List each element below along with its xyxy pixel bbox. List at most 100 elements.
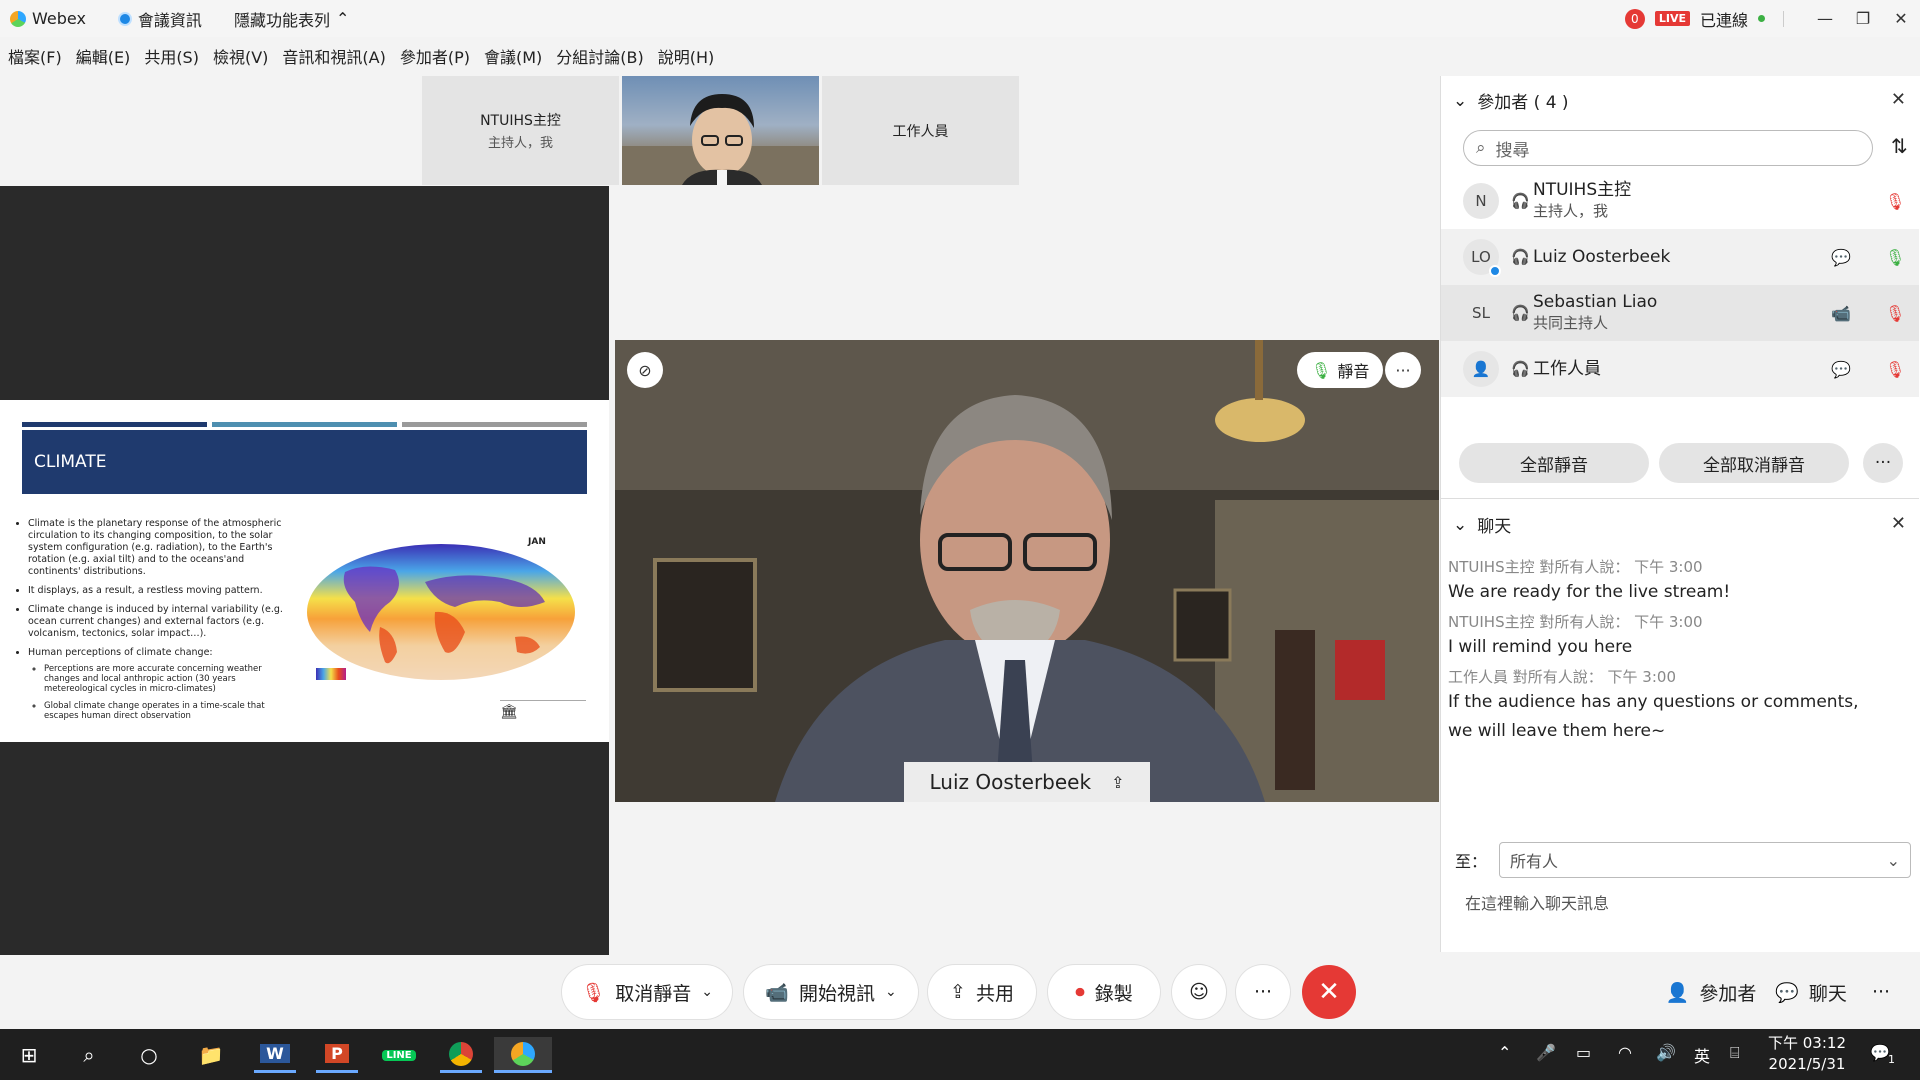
- panels-more-button[interactable]: ···: [1858, 965, 1904, 1019]
- participants-panel-header[interactable]: ⌄ 參加者 ( 4 ): [1453, 88, 1569, 114]
- taskbar-clock[interactable]: 下午 03:12 2021/5/31: [1768, 1033, 1846, 1075]
- line-app-icon[interactable]: LINE: [378, 1037, 420, 1073]
- close-participants-panel-button[interactable]: ✕: [1891, 89, 1906, 110]
- participant-row[interactable]: LO 🎧 Luiz Oosterbeek 💬 🎙: [1441, 229, 1919, 285]
- participant-name: Sebastian Liao: [1533, 292, 1658, 312]
- speaker-name: Luiz Oosterbeek: [929, 770, 1092, 794]
- wifi-icon[interactable]: ◠: [1618, 1043, 1632, 1062]
- restore-button[interactable]: ❐: [1844, 0, 1882, 37]
- hide-menu-bar-button[interactable]: 隱藏功能表列 ⌃: [234, 7, 349, 31]
- close-chat-panel-button[interactable]: ✕: [1891, 513, 1906, 534]
- slide-bullet: Human perceptions of climate change:: [28, 647, 213, 658]
- participant-row[interactable]: 👤 🎧 工作人員 💬 🎙: [1441, 341, 1919, 397]
- participant-info: 工作人員: [1533, 359, 1601, 380]
- meeting-info-button[interactable]: 會議資訊: [117, 7, 202, 31]
- cortana-icon[interactable]: ○: [128, 1037, 170, 1073]
- panel-divider: [1441, 498, 1919, 499]
- menu-edit[interactable]: 編輯(E): [76, 44, 131, 68]
- chat-recipient-select[interactable]: 所有人 ⌄: [1499, 842, 1911, 878]
- chat-message-meta: 工作人員 對所有人說： 下午 3:00: [1448, 668, 1676, 686]
- mic-icon[interactable]: 🎙: [1885, 248, 1905, 267]
- tray-chevron-up-icon[interactable]: ⌃: [1498, 1043, 1511, 1062]
- mic-icon: 🎙: [1311, 360, 1332, 380]
- minimize-button[interactable]: —: [1806, 0, 1844, 37]
- reactions-button[interactable]: ☺: [1172, 965, 1226, 1019]
- search-icon[interactable]: ⌕: [68, 1037, 110, 1073]
- file-explorer-icon[interactable]: 📁: [190, 1037, 232, 1073]
- menu-file[interactable]: 檔案(F): [8, 44, 62, 68]
- more-options-button[interactable]: ···: [1236, 965, 1290, 1019]
- video-mute-button[interactable]: 🎙 靜音: [1297, 352, 1384, 388]
- mute-all-button[interactable]: 全部靜音: [1459, 443, 1649, 483]
- start-video-button[interactable]: 📹 開始視訊 ⌄: [744, 965, 918, 1019]
- record-button[interactable]: ⏺ 錄製: [1048, 965, 1160, 1019]
- active-speaker-video[interactable]: ⊘ 🎙 靜音 ···: [615, 340, 1439, 802]
- mic-muted-icon[interactable]: 🎙: [1885, 192, 1905, 211]
- sort-list-icon[interactable]: ⇅: [1891, 134, 1908, 158]
- mic-muted-icon[interactable]: 🎙: [1885, 360, 1905, 379]
- chat-bubble-icon[interactable]: 💬: [1831, 248, 1851, 267]
- participant-row[interactable]: N 🎧 NTUIHS主控 主持人，我 🎙: [1441, 173, 1919, 229]
- chat-panel-button[interactable]: 💬 聊天: [1770, 965, 1852, 1019]
- share-out-icon[interactable]: ⇪: [1111, 773, 1124, 792]
- chat-title: 聊天: [1477, 517, 1512, 537]
- menu-help[interactable]: 說明(H): [658, 44, 715, 68]
- menu-view[interactable]: 檢視(V): [213, 44, 268, 68]
- thumbnail-video-participant[interactable]: [622, 76, 819, 185]
- ime-mode-icon[interactable]: ⌸: [1730, 1043, 1740, 1063]
- webex-taskbar-icon[interactable]: [494, 1037, 552, 1073]
- menu-meeting[interactable]: 會議(M): [484, 44, 542, 68]
- chevron-down-icon[interactable]: ⌄: [885, 984, 897, 1000]
- menu-share[interactable]: 共用(S): [144, 44, 199, 68]
- ime-indicator[interactable]: 英: [1694, 1043, 1710, 1067]
- participants-more-button[interactable]: ···: [1863, 443, 1903, 483]
- close-icon: ✕: [1318, 977, 1340, 1007]
- slide-accent-bar: [22, 422, 207, 427]
- participants-search-input[interactable]: ⌕ 搜尋: [1463, 130, 1873, 166]
- volume-icon[interactable]: 🔊: [1656, 1043, 1676, 1062]
- participant-row[interactable]: SL 🎧 Sebastian Liao 共同主持人 📹 🎙: [1441, 285, 1919, 341]
- chat-panel-header[interactable]: ⌄ 聊天: [1453, 512, 1512, 538]
- chat-message-text: I will remind you here: [1448, 637, 1633, 657]
- battery-icon[interactable]: ▭: [1576, 1043, 1591, 1062]
- avatar-person-icon: 👤: [1463, 351, 1499, 387]
- chat-button-label: 聊天: [1808, 982, 1847, 1005]
- chevron-down-icon[interactable]: ⌄: [701, 984, 713, 1000]
- headset-icon: 🎧: [1511, 360, 1530, 378]
- thumbnail-staff[interactable]: 工作人員: [822, 76, 1019, 185]
- menu-audio-video[interactable]: 音訊和視訊(A): [282, 44, 385, 68]
- word-icon[interactable]: W: [254, 1037, 296, 1073]
- avatar-initials: LO: [1471, 248, 1491, 266]
- more-icon: ···: [1395, 360, 1411, 380]
- unmute-button[interactable]: 🎙 取消靜音 ⌄: [562, 965, 732, 1019]
- thumbnail-host-role: 主持人，我: [487, 136, 553, 151]
- person-icon: 👤: [1665, 981, 1690, 1004]
- climate-world-map: [307, 544, 575, 680]
- close-window-button[interactable]: ✕: [1882, 0, 1920, 37]
- windows-start-icon[interactable]: ⊞: [8, 1037, 50, 1073]
- menu-breakout[interactable]: 分組討論(B): [556, 44, 643, 68]
- pin-button[interactable]: ⊘: [627, 352, 663, 388]
- menu-participants[interactable]: 參加者(P): [400, 44, 470, 68]
- notifications-icon[interactable]: 💬: [1870, 1043, 1890, 1062]
- connection-status: 已連線: [1699, 10, 1748, 30]
- chrome-icon[interactable]: [440, 1037, 482, 1073]
- unmute-all-button[interactable]: 全部取消靜音: [1659, 443, 1849, 483]
- clock-time: 下午 03:12: [1768, 1034, 1846, 1052]
- leave-meeting-button[interactable]: ✕: [1302, 965, 1356, 1019]
- microphone-tray-icon[interactable]: 🎤: [1536, 1043, 1556, 1062]
- video-more-options-button[interactable]: ···: [1385, 352, 1421, 388]
- share-button[interactable]: ⇪ 共用: [928, 965, 1036, 1019]
- chat-bubble-icon: 💬: [1775, 981, 1799, 1004]
- chat-message-input[interactable]: 在這裡輸入聊天訊息: [1465, 890, 1609, 914]
- avatar: N: [1463, 183, 1499, 219]
- video-camera-icon[interactable]: 📹: [1831, 304, 1851, 323]
- participant-name: NTUIHS主控: [1533, 180, 1632, 200]
- powerpoint-icon[interactable]: P: [316, 1037, 358, 1073]
- mic-muted-icon[interactable]: 🎙: [1885, 304, 1905, 323]
- chat-bubble-icon[interactable]: 💬: [1831, 360, 1851, 379]
- thumbnail-host[interactable]: NTUIHS主控 主持人，我: [422, 76, 619, 185]
- participants-panel-button[interactable]: 👤 參加者: [1652, 965, 1770, 1019]
- webex-logo-icon: [10, 10, 26, 27]
- map-legend: [316, 668, 346, 680]
